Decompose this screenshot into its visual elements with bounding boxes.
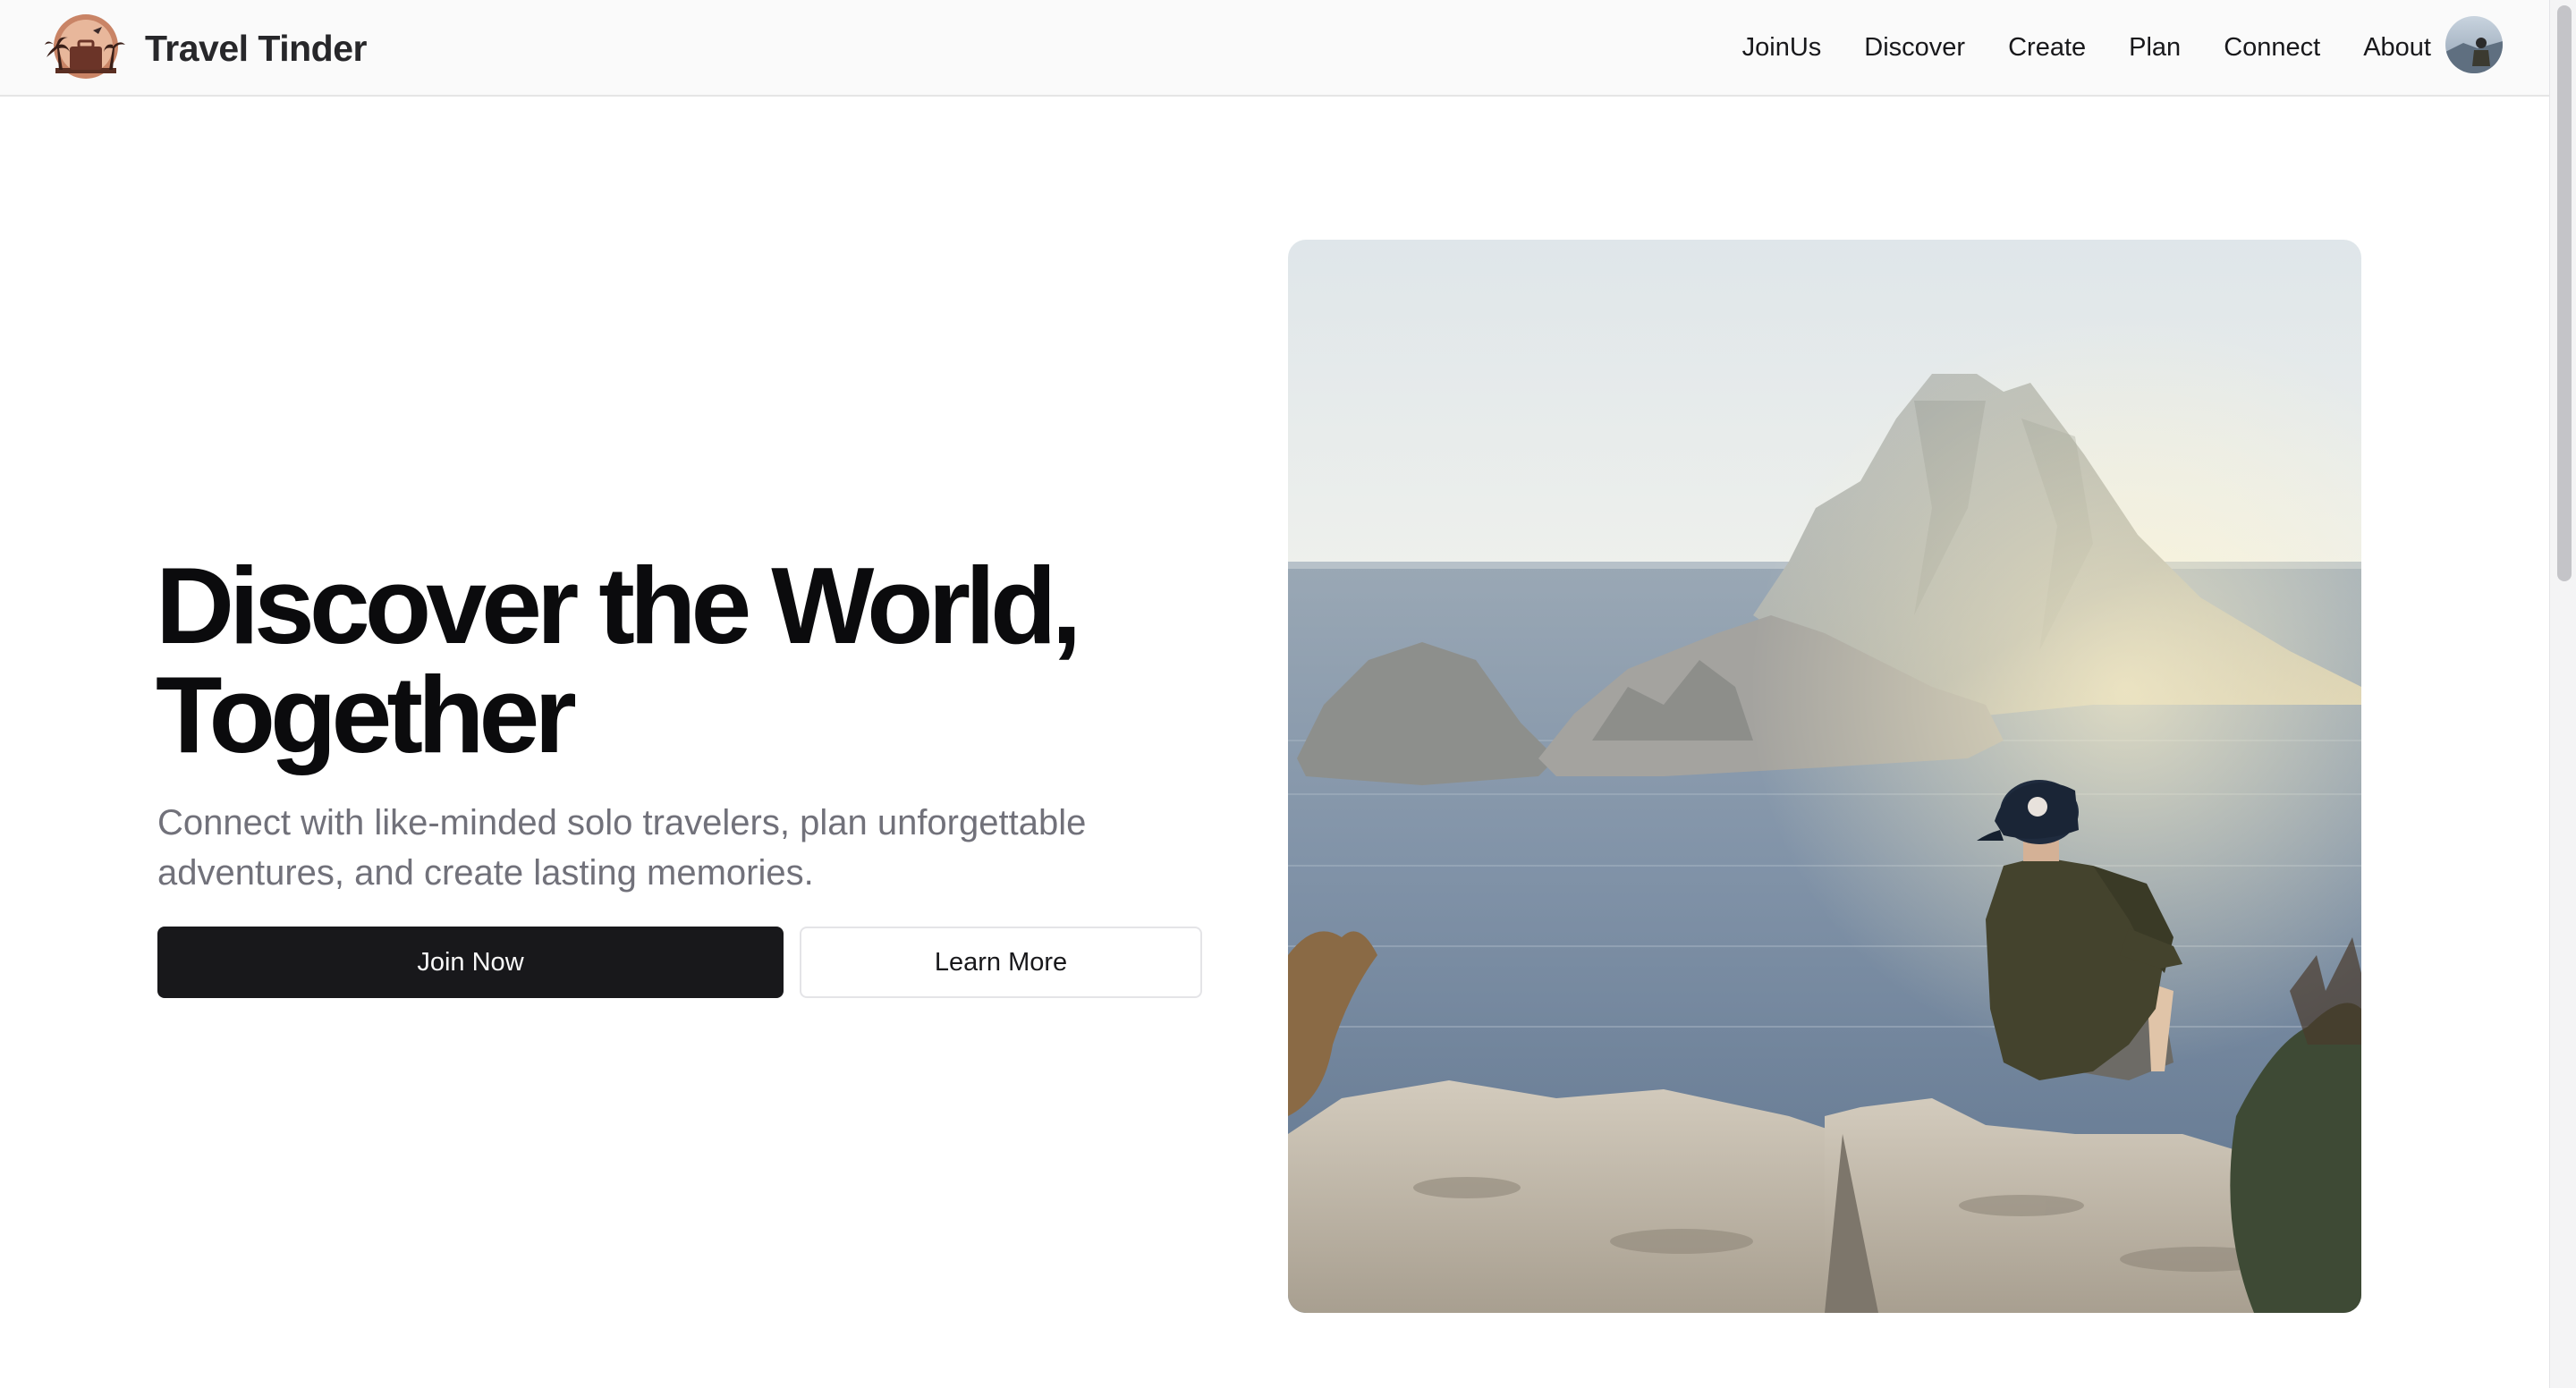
nav-item-discover[interactable]: Discover	[1864, 33, 1965, 63]
nav-item-about[interactable]: About	[2363, 33, 2431, 63]
page: Travel Tinder JoinUs Discover Create Pla…	[0, 0, 2576, 1388]
hero-subtitle: Connect with like-minded solo travelers,…	[157, 803, 1087, 893]
user-avatar[interactable]	[2445, 16, 2503, 73]
join-now-button[interactable]: Join Now	[157, 927, 784, 998]
top-nav-bar: Travel Tinder JoinUs Discover Create Pla…	[0, 0, 2549, 97]
scrollbar-thumb[interactable]	[2557, 5, 2572, 581]
brand-name: Travel Tinder	[145, 27, 367, 69]
avatar-image	[2445, 16, 2503, 73]
learn-more-button[interactable]: Learn More	[800, 927, 1202, 998]
nav-item-joinus[interactable]: JoinUs	[1742, 33, 1822, 63]
hero-title-line-1: Discover the World,	[156, 545, 1081, 666]
nav-item-create[interactable]: Create	[2008, 33, 2086, 63]
nav-item-connect[interactable]: Connect	[2224, 33, 2320, 63]
nav-item-plan[interactable]: Plan	[2129, 33, 2181, 63]
traveler-on-cliff-photo	[1288, 240, 2361, 1313]
vertical-scrollbar[interactable]	[2549, 0, 2576, 1388]
hero-image	[1288, 240, 2361, 1313]
hero-title: Discover the World, Together	[156, 551, 1229, 769]
brand-link[interactable]: Travel Tinder	[43, 11, 367, 86]
hero-title-line-2: Together	[156, 654, 577, 775]
palm-suitcase-logo-icon	[45, 14, 125, 79]
main-nav: JoinUs Discover Create Plan Connect Abou…	[1699, 0, 2431, 95]
